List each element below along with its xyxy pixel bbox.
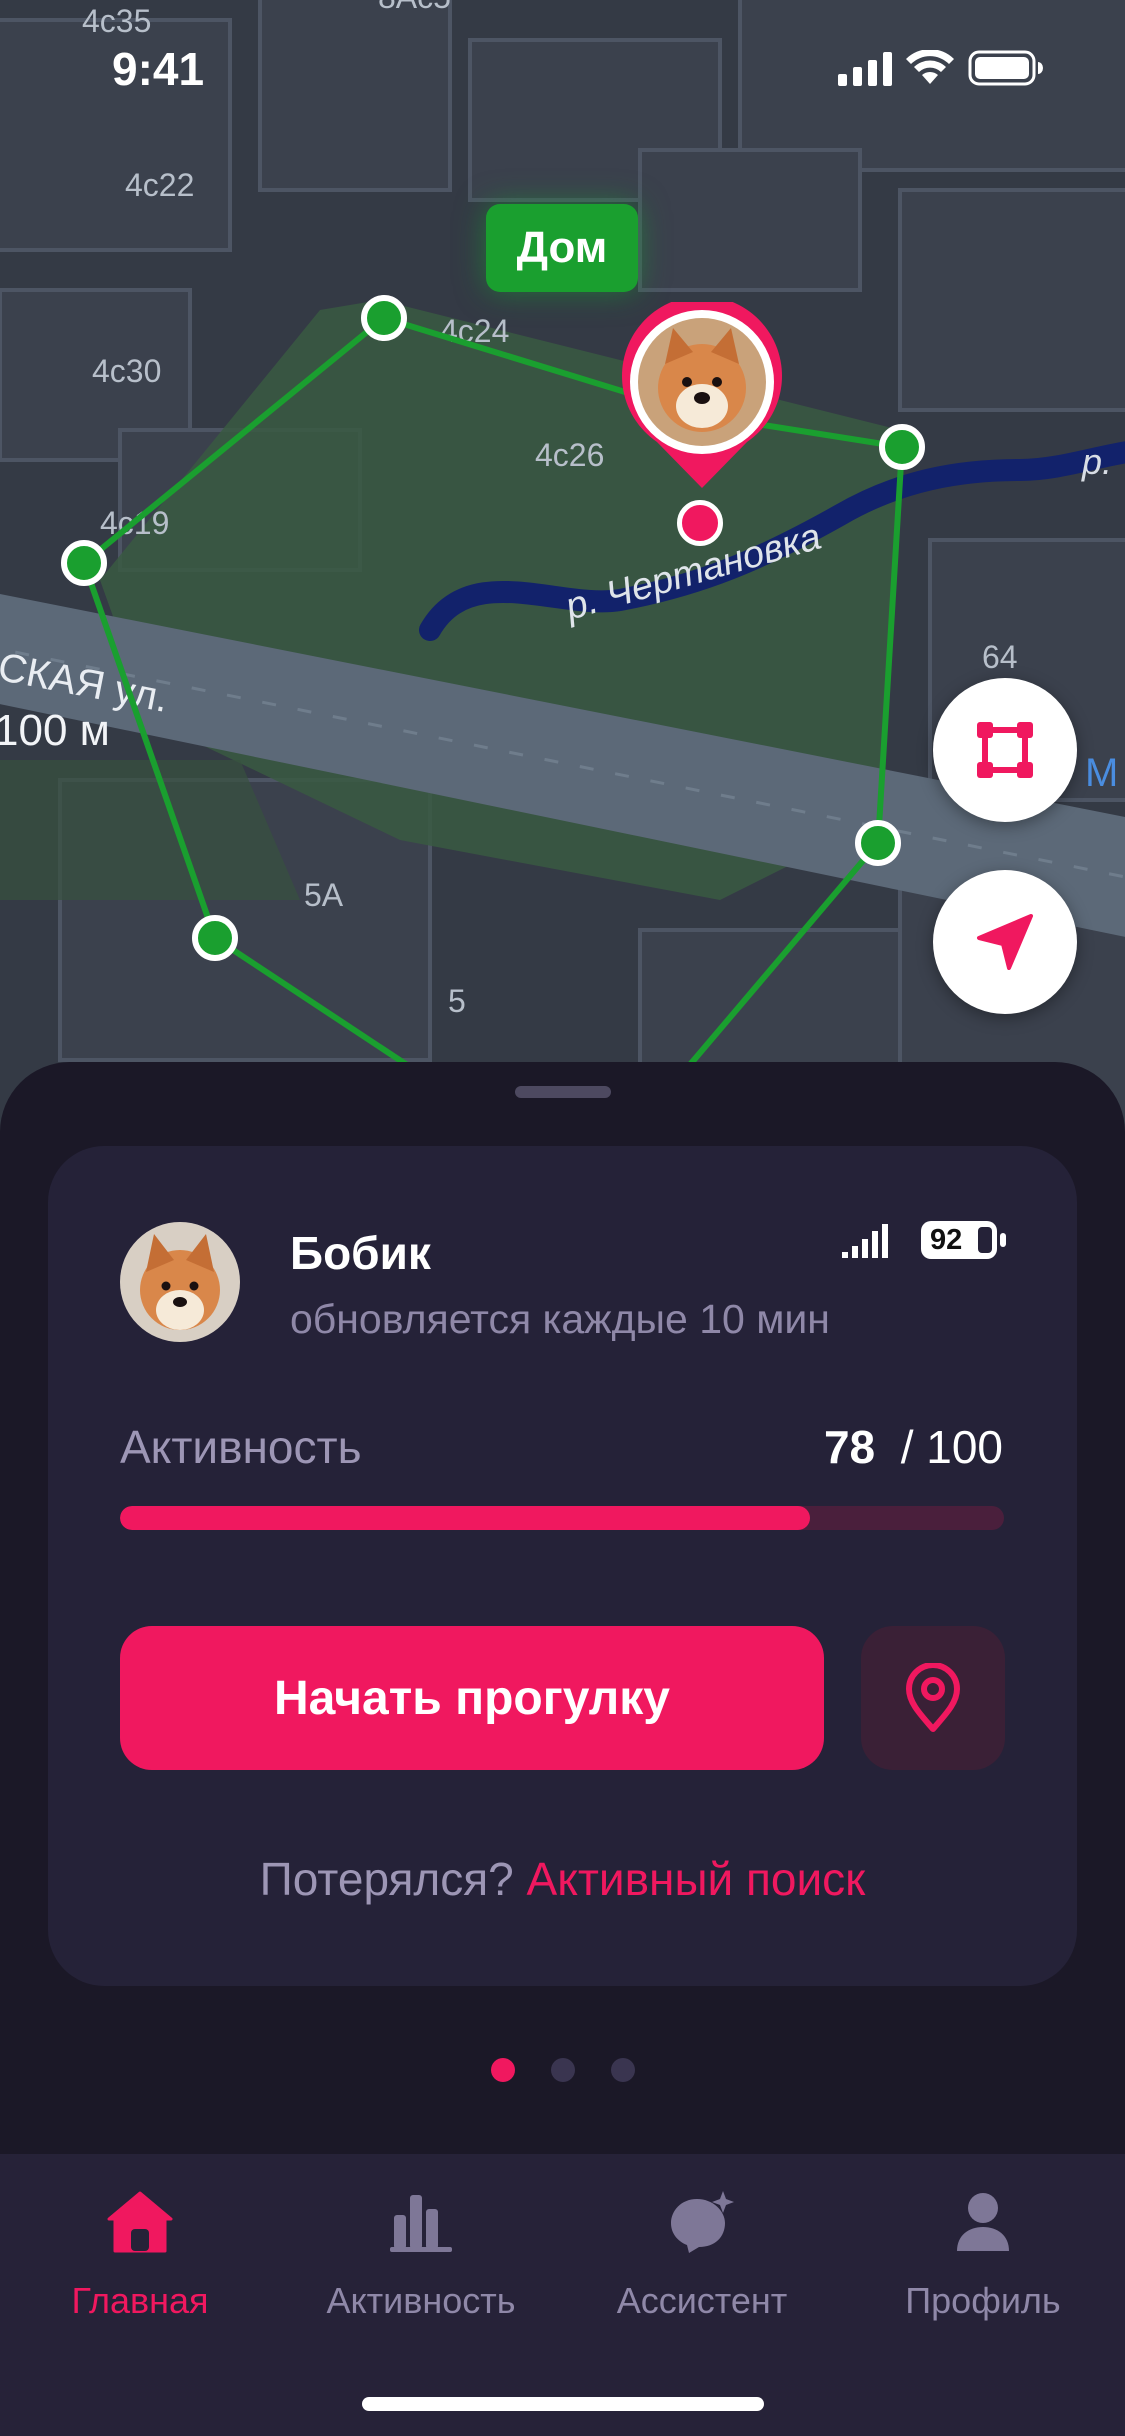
tab-label: Ассистент [616, 2280, 788, 2321]
tracker-battery-badge: 92 [918, 1218, 1008, 1262]
page-dot[interactable] [550, 2058, 575, 2082]
pet-name: Бобик [290, 1227, 431, 1279]
battery-level: 92 [930, 1224, 963, 1256]
status-time: 9:41 [112, 43, 205, 95]
update-interval-text: обновляется каждые 10 мин [290, 1296, 830, 1342]
activity-label: Активность [120, 1421, 362, 1473]
sheet-grabber[interactable] [515, 1086, 611, 1098]
wifi-icon [906, 50, 954, 84]
map-label: р. [1081, 441, 1112, 482]
tab-profile[interactable]: Профиль [863, 2182, 1103, 2322]
pet-location-pin[interactable] [617, 302, 787, 492]
tab-assistant[interactable]: Ассистент [582, 2182, 822, 2322]
activity-value: 78 [823, 1421, 876, 1473]
home-icon [107, 2191, 173, 2253]
map-label: 4с26 [535, 437, 604, 473]
geofence-vertex[interactable] [61, 540, 107, 586]
map-label: 4с22 [125, 167, 194, 203]
bar-chart-icon [390, 2195, 452, 2252]
geofence-vertex[interactable] [855, 820, 901, 866]
activity-progress-fill [120, 1506, 810, 1530]
pet-photo [120, 1222, 240, 1342]
map-label: 5А [304, 877, 344, 913]
status-bar: 9:41 [0, 0, 1125, 140]
location-button[interactable] [861, 1626, 1005, 1770]
battery-status-icon [968, 50, 1043, 86]
page-dot[interactable] [610, 2058, 635, 2082]
screen: 4с35 8Ас5 4с22 4с30 4с24 4с26 4с19 5А 5 … [0, 0, 1125, 2436]
profile-icon [957, 2193, 1009, 2251]
tab-label: Активность [326, 2280, 516, 2321]
map-pin-icon [906, 1663, 960, 1732]
tracker-signal-icon [842, 1224, 888, 1258]
scale-label: 100 м [0, 706, 110, 755]
map-label: 4с30 [92, 353, 161, 389]
home-indicator[interactable] [362, 2397, 764, 2411]
geofence-vertex[interactable] [192, 915, 238, 961]
active-search-link[interactable]: Активный поиск [527, 1853, 866, 1905]
tab-label: Профиль [905, 2280, 1061, 2321]
navigation-arrow-icon [977, 914, 1033, 970]
map-label: М [1085, 751, 1118, 795]
page-indicator [0, 2058, 1125, 2082]
map-label: 64 [982, 639, 1018, 675]
map-label: 5 [448, 983, 466, 1019]
page-dot[interactable] [490, 2058, 515, 2082]
activity-score: 78 / 100 [824, 1420, 1003, 1474]
activity-progress-bar [120, 1506, 1004, 1530]
geofence-edit-button[interactable] [933, 678, 1077, 822]
tab-home[interactable]: Главная [20, 2182, 260, 2322]
lost-pet-row: Потерялся? Активный поиск [0, 1852, 1125, 1906]
start-walk-button[interactable]: Начать прогулку [120, 1626, 824, 1770]
pet-avatar[interactable] [120, 1222, 240, 1342]
locate-me-button[interactable] [933, 870, 1077, 1014]
pet-position-dot [677, 500, 723, 546]
geofence-vertex[interactable] [361, 295, 407, 341]
lost-question: Потерялся? [259, 1853, 514, 1905]
cellular-signal-icon [838, 52, 892, 86]
tab-activity[interactable]: Активность [301, 2182, 541, 2322]
geofence-vertex[interactable] [879, 424, 925, 470]
assistant-chat-icon [671, 2191, 734, 2253]
square-path-icon [977, 722, 1033, 778]
home-zone-label[interactable]: Дом [486, 204, 638, 292]
activity-max: / 100 [900, 1421, 1003, 1473]
tab-label: Главная [71, 2280, 209, 2321]
